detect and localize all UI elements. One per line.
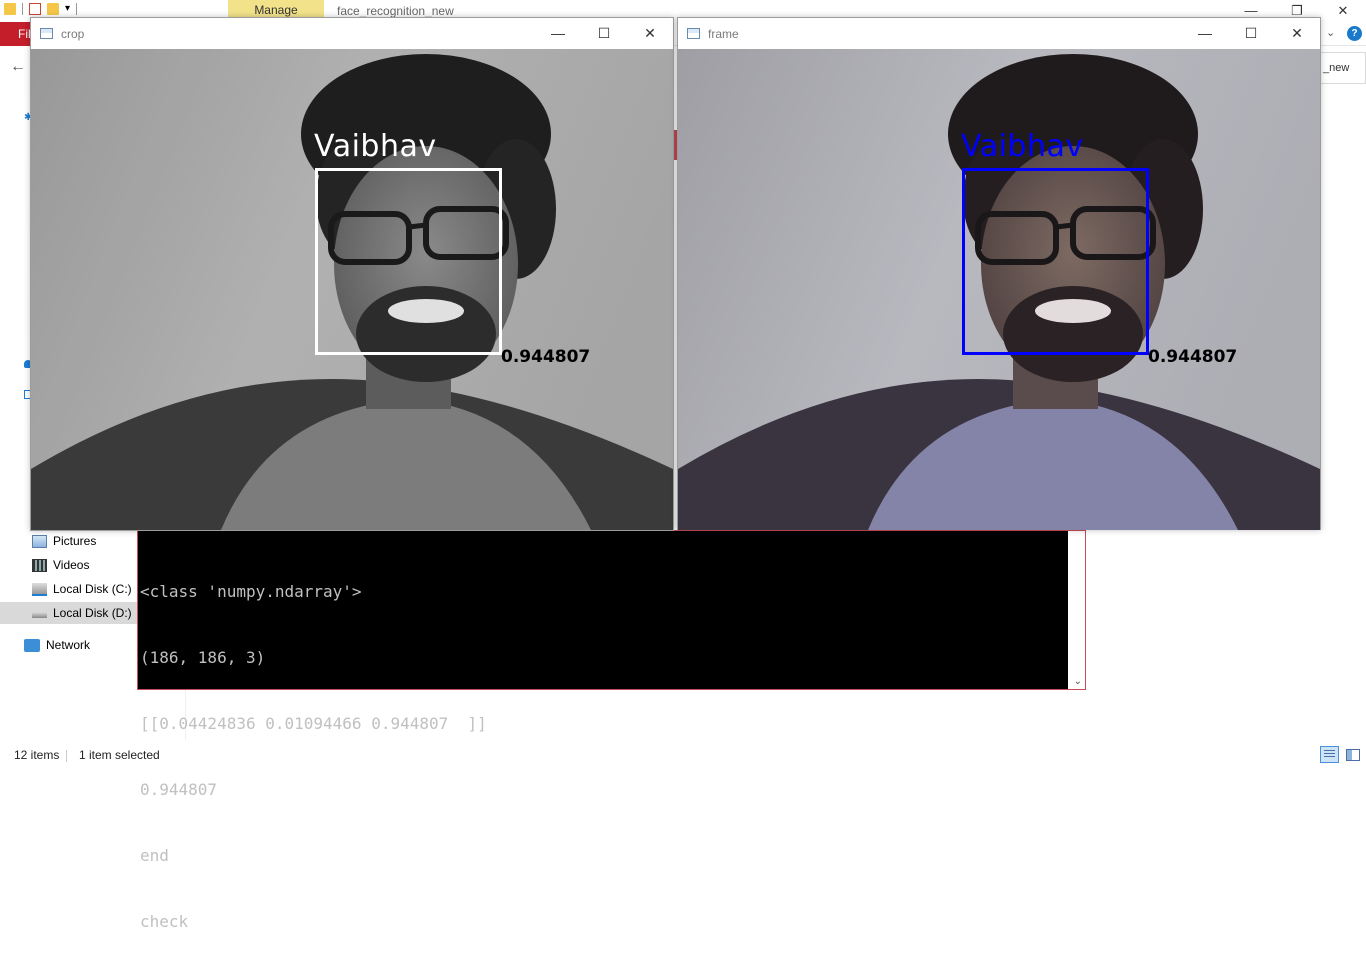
expand-ribbon-icon[interactable]: ⌄ (1326, 26, 1335, 39)
local-disk-c-icon (32, 582, 47, 596)
window-app-icon (687, 28, 700, 39)
toolbar-divider (22, 3, 23, 15)
color-camera-frame: Vaibhav 0.944807 (678, 49, 1320, 530)
minimize-icon[interactable]: — (1182, 18, 1228, 49)
videos-icon (32, 558, 47, 572)
console-scrollbar[interactable]: ⌄ (1068, 531, 1085, 689)
nav-item-label: Pictures (53, 534, 97, 548)
console-line: check (140, 912, 189, 931)
window-title: frame (708, 27, 739, 41)
status-divider (66, 750, 67, 762)
window-controls: — ☐ ✕ (1182, 18, 1320, 49)
crop-titlebar[interactable]: crop — ☐ ✕ (31, 18, 673, 49)
maximize-icon[interactable]: ☐ (581, 18, 627, 49)
maximize-icon[interactable]: ☐ (1228, 18, 1274, 49)
nav-item-label: Network (46, 638, 91, 652)
local-disk-d-icon (32, 612, 47, 618)
window-app-icon (40, 28, 53, 39)
console-line: [[0.04424836 0.01094466 0.944807 ]] (140, 714, 487, 733)
minimize-icon[interactable]: — (535, 18, 581, 49)
details-view-icon[interactable] (1320, 746, 1339, 763)
help-icon[interactable]: ? (1347, 26, 1362, 41)
face-label: Vaibhav (314, 129, 437, 164)
face-label: Vaibhav (961, 129, 1084, 164)
console-line: end (140, 846, 169, 865)
crop-window[interactable]: crop — ☐ ✕ Vaibhav 0.944807 (30, 17, 674, 531)
search-input[interactable]: _new (1318, 52, 1366, 84)
console-output: <class 'numpy.ndarray'> (186, 186, 3) [[… (140, 537, 487, 977)
nav-item-label: Local Disk (C:) (53, 582, 132, 596)
console-line: (186, 186, 3) (140, 648, 266, 667)
window-title: crop (61, 27, 85, 41)
large-icons-view-icon[interactable] (1344, 746, 1361, 763)
folder-title: face_recognition_new (337, 4, 454, 18)
window-controls: — ☐ ✕ (535, 18, 673, 49)
frame-titlebar[interactable]: frame — ☐ ✕ (678, 18, 1320, 49)
folder-icon (4, 3, 16, 15)
console-line: <class 'numpy.ndarray'> (140, 582, 362, 601)
item-count: 12 items (14, 748, 60, 762)
grayscale-camera-frame: Vaibhav 0.944807 (31, 49, 673, 530)
file-tab[interactable]: File (0, 22, 32, 46)
properties-icon[interactable] (29, 3, 41, 15)
nav-item-label: Videos (53, 558, 90, 572)
face-bounding-box (315, 168, 502, 355)
network-icon (24, 638, 40, 652)
nav-item-label: Local Disk (D:) (53, 606, 132, 620)
new-folder-icon[interactable] (47, 3, 59, 15)
toolbar-divider (76, 3, 78, 15)
quick-access-toolbar: ▾ (4, 3, 78, 15)
customize-toolbar-icon[interactable]: ▾ (65, 3, 70, 15)
pictures-icon (32, 534, 47, 548)
confidence-score: 0.944807 (1148, 347, 1238, 367)
back-arrow-icon[interactable]: ← (10, 58, 26, 76)
close-icon[interactable]: ✕ (1274, 18, 1320, 49)
face-bounding-box (962, 168, 1149, 355)
close-icon[interactable]: ✕ (627, 18, 673, 49)
close-icon[interactable]: ✕ (1320, 0, 1366, 22)
console-line: 0.944807 (140, 780, 218, 799)
scroll-down-icon[interactable]: ⌄ (1074, 676, 1082, 687)
confidence-score: 0.944807 (501, 347, 591, 367)
frame-window[interactable]: frame — ☐ ✕ Vaibhav 0.944807 (677, 17, 1321, 530)
python-console[interactable]: <class 'numpy.ndarray'> (186, 186, 3) [[… (137, 530, 1086, 931)
